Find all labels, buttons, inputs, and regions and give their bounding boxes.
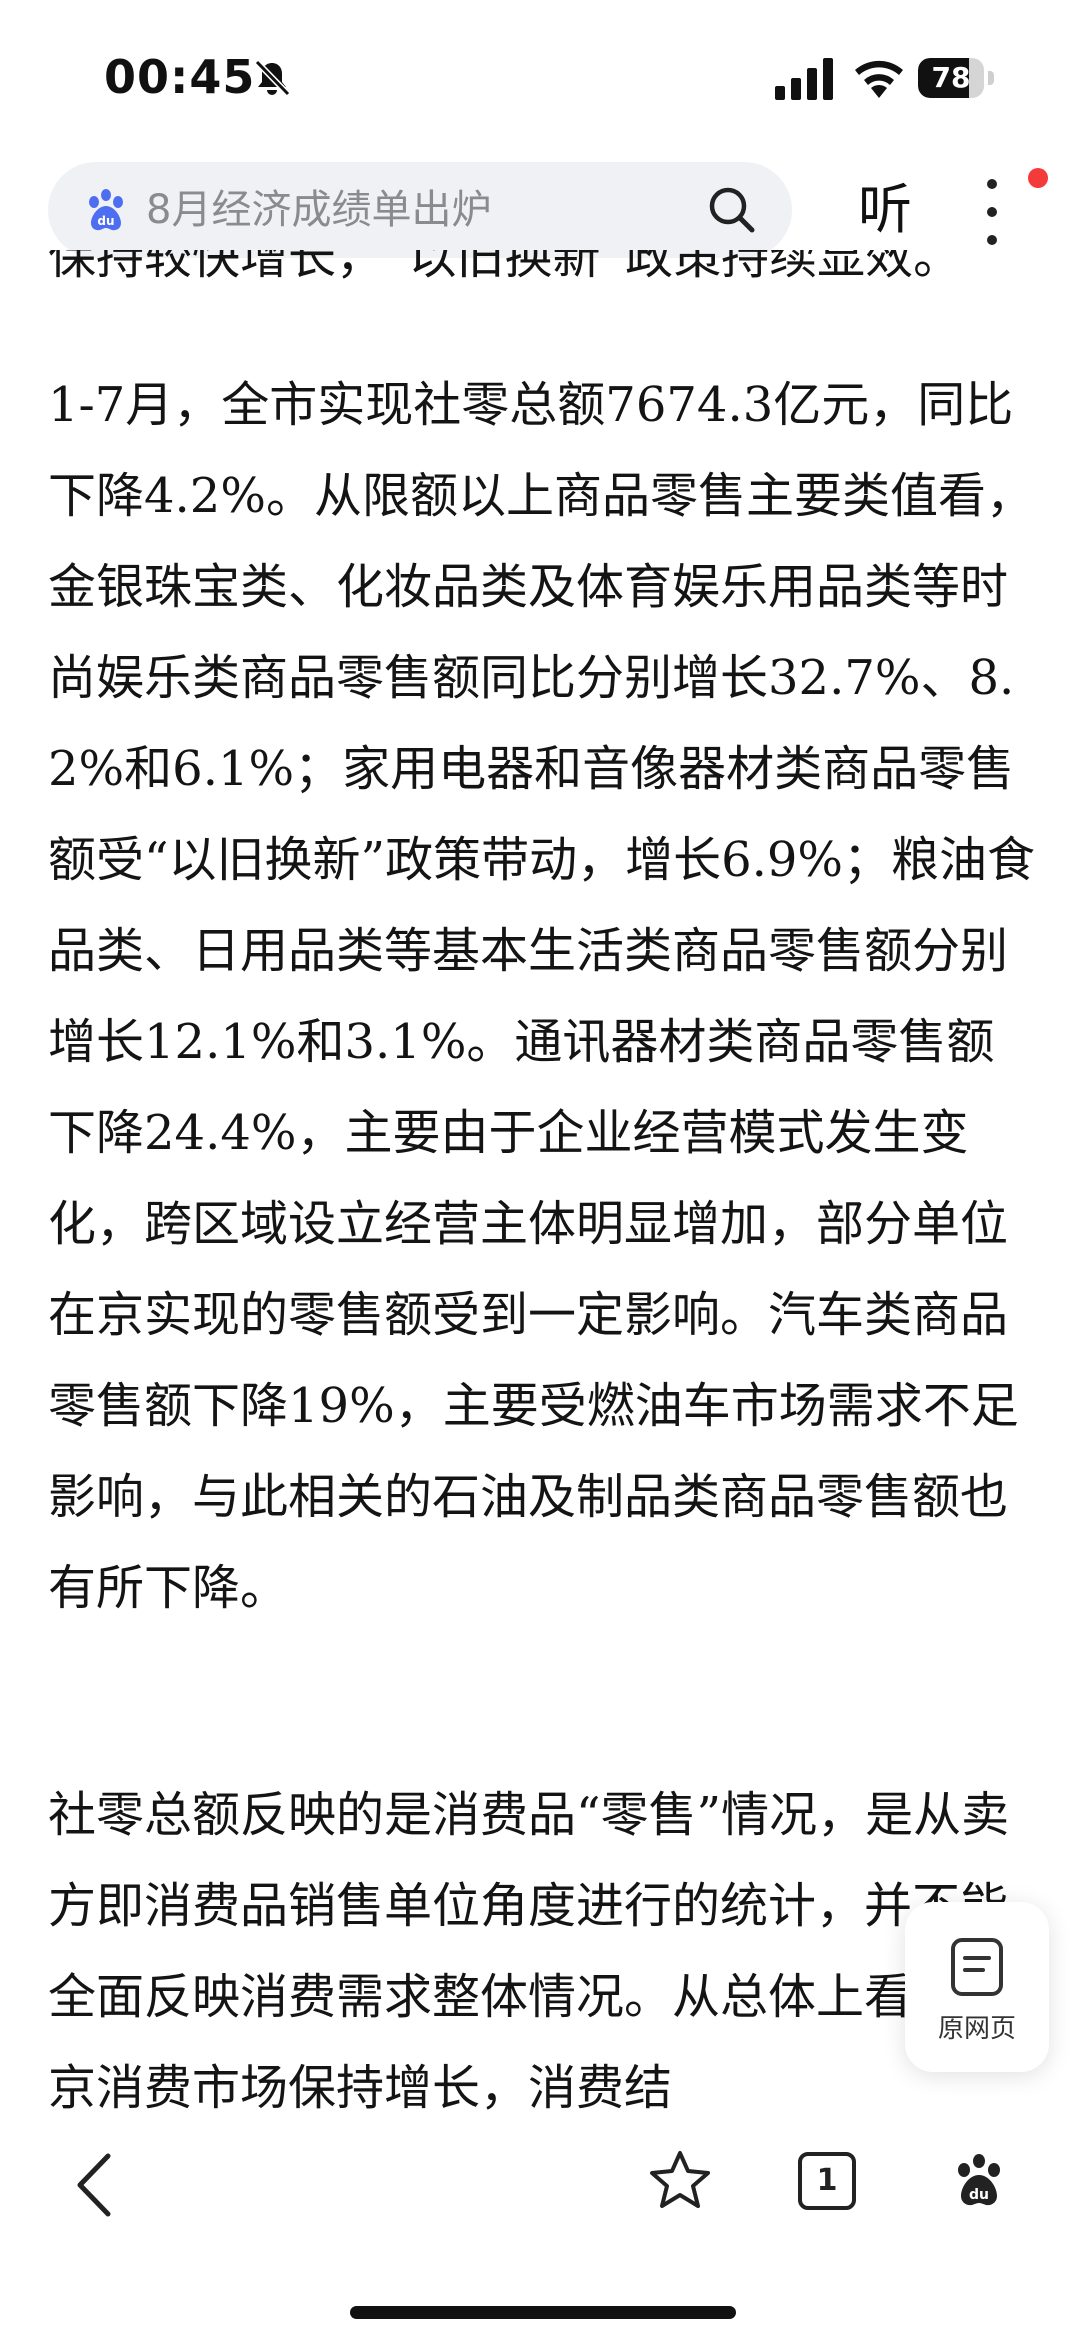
home-indicator[interactable] [350,2306,736,2319]
notification-dot [1028,168,1048,188]
tab-count: 1 [816,2163,838,2198]
article-fragment: 保持较快增长，“以旧换新”政策持续显效。 [48,250,962,285]
status-bar: 00:45 78 [0,0,1080,150]
status-time: 00:45 [104,50,256,104]
wifi-icon [855,60,903,98]
document-icon [951,1938,1003,1996]
battery-indicator: 78 [918,58,998,98]
cellular-signal-icon [775,58,833,100]
article-content: 保持较快增长，“以旧换新”政策持续显效。 1-7月，全市实现社零总额7674.3… [0,250,1080,2110]
search-query-text: 8月经济成绩单出炉 [146,187,492,233]
bell-muted-icon [254,59,291,97]
tabs-button[interactable]: 1 [798,2152,856,2210]
star-favorite-icon[interactable] [648,2148,712,2212]
back-arrow-icon[interactable] [70,2150,120,2220]
original-page-button[interactable]: 原网页 [905,1902,1049,2072]
battery-level: 78 [931,61,971,94]
search-bar[interactable]: du 8月经济成绩单出炉 [48,162,792,258]
baidu-home-icon[interactable]: du [950,2150,1008,2210]
svg-text:du: du [97,214,114,228]
article-paragraph: 社零总额反映的是消费品“零售”情况，是从卖方即消费品销售单位角度进行的统计，并不… [48,1787,1010,2110]
svg-text:du: du [969,2187,989,2203]
baidu-paw-icon: du [89,189,123,231]
original-page-label: 原网页 [937,2014,1016,2044]
more-menu-icon[interactable] [980,172,1004,252]
listen-button[interactable]: 听 [858,170,912,250]
article-paragraph: 1-7月，全市实现社零总额7674.3亿元，同比下降4.2%。从限额以上商品零售… [48,377,1036,1616]
search-icon[interactable] [706,184,758,236]
